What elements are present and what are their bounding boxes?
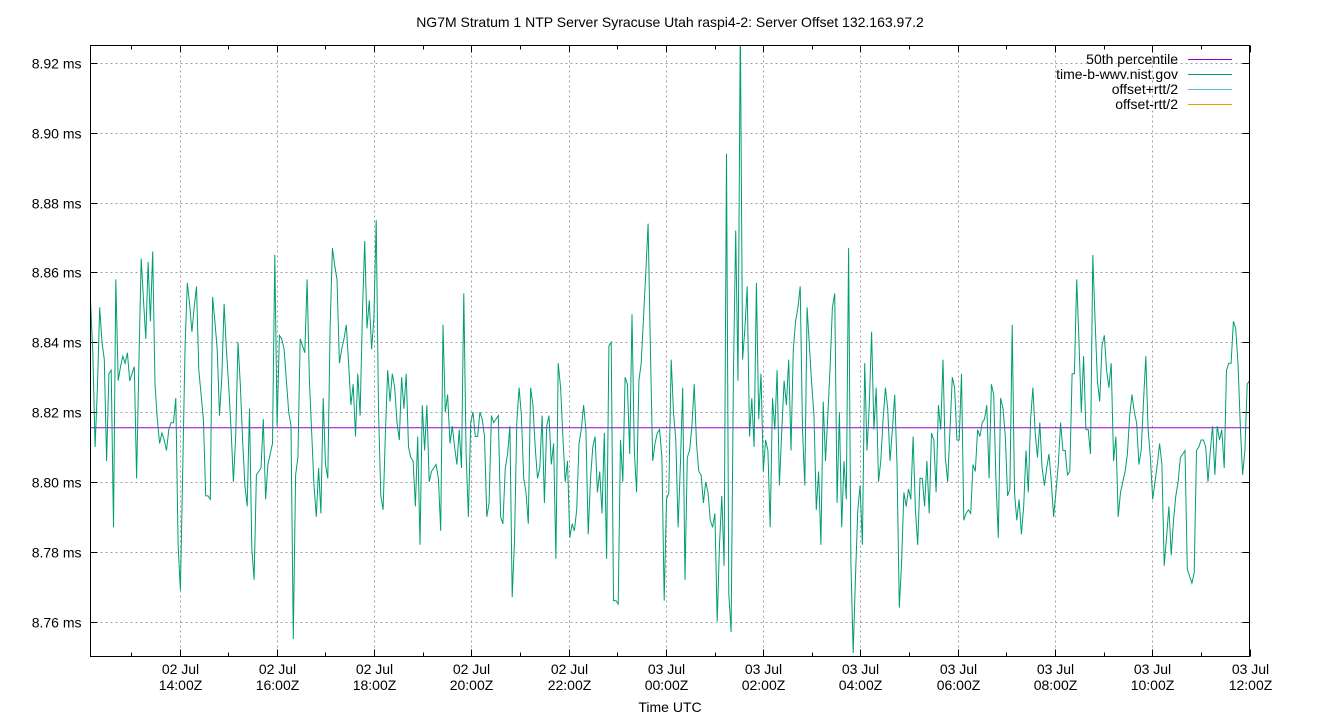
x-tick-date: 02 Jul xyxy=(259,661,296,677)
x-tick-date: 03 Jul xyxy=(842,661,879,677)
legend: 50th percentiletime-b-wwv.nist.govoffset… xyxy=(1056,51,1232,112)
x-axis: 02 Jul14:00Z02 Jul16:00Z02 Jul18:00Z02 J… xyxy=(131,45,1273,693)
x-tick-time: 00:00Z xyxy=(645,677,689,693)
x-tick-time: 04:00Z xyxy=(839,677,883,693)
grid-lines xyxy=(90,45,1250,657)
x-tick-time: 10:00Z xyxy=(1131,677,1175,693)
legend-label: offset+rtt/2 xyxy=(1112,81,1178,97)
x-tick-time: 18:00Z xyxy=(353,677,397,693)
x-tick-date: 03 Jul xyxy=(940,661,977,677)
x-tick-time: 20:00Z xyxy=(450,677,494,693)
y-tick-label: 8.80 ms xyxy=(32,475,82,491)
legend-label: offset-rtt/2 xyxy=(1115,96,1178,112)
x-tick-time: 06:00Z xyxy=(937,677,981,693)
offset-series-line xyxy=(90,45,1250,654)
offset-chart: 8.76 ms 8.78 ms 8.80 ms 8.82 ms 8.84 ms 8.86 … xyxy=(32,14,1273,715)
x-tick-time: 02:00Z xyxy=(742,677,786,693)
y-tick-label: 8.88 ms xyxy=(32,196,82,212)
x-axis-label: Time UTC xyxy=(638,699,701,715)
legend-label: time-b-wwv.nist.gov xyxy=(1056,66,1178,82)
x-tick-date: 03 Jul xyxy=(648,661,685,677)
plot-frame xyxy=(90,45,1250,657)
y-tick-label: 8.82 ms xyxy=(32,405,82,421)
x-tick-time: 08:00Z xyxy=(1034,677,1078,693)
x-tick-time: 16:00Z xyxy=(256,677,300,693)
x-tick-date: 03 Jul xyxy=(1037,661,1074,677)
x-tick-date: 02 Jul xyxy=(551,661,588,677)
y-tick-label: 8.90 ms xyxy=(32,126,82,142)
legend-label: 50th percentile xyxy=(1086,51,1178,67)
x-tick-date: 03 Jul xyxy=(1232,661,1269,677)
x-tick-time: 12:00Z xyxy=(1229,677,1273,693)
chart-title: NG7M Stratum 1 NTP Server Syracuse Utah … xyxy=(416,14,924,30)
y-tick-label: 8.78 ms xyxy=(32,545,82,561)
x-tick-date: 02 Jul xyxy=(162,661,199,677)
y-tick-label: 8.86 ms xyxy=(32,265,82,281)
y-tick-label: 8.84 ms xyxy=(32,335,82,351)
y-tick-label: 8.92 ms xyxy=(32,56,82,72)
x-tick-date: 02 Jul xyxy=(453,661,490,677)
series-lines xyxy=(90,45,1250,654)
y-tick-label: 8.76 ms xyxy=(32,615,82,631)
x-tick-time: 22:00Z xyxy=(548,677,592,693)
x-tick-date: 03 Jul xyxy=(1134,661,1171,677)
x-tick-time: 14:00Z xyxy=(159,677,203,693)
x-tick-date: 02 Jul xyxy=(356,661,393,677)
x-tick-date: 03 Jul xyxy=(745,661,782,677)
